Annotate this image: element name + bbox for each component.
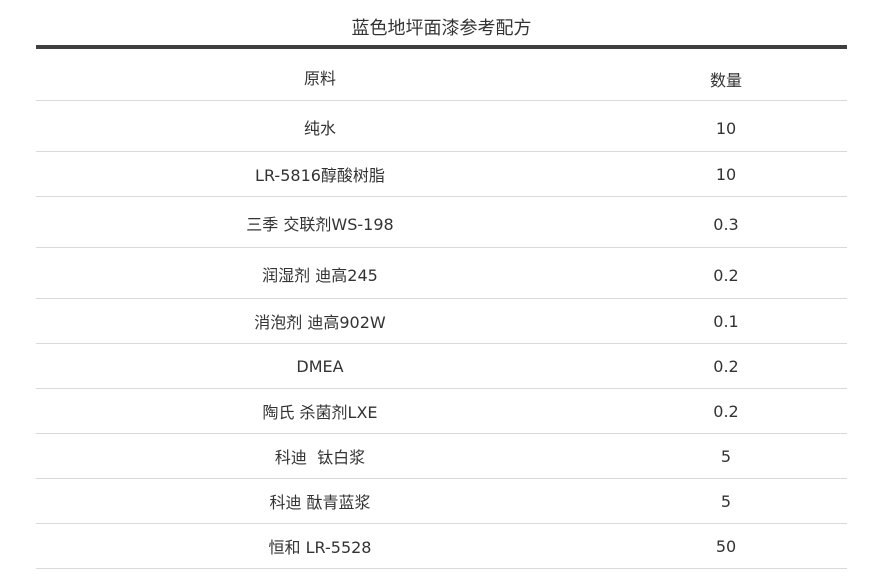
table-header-row: 原料 数量: [36, 49, 847, 101]
table-row: 纯水 10: [36, 101, 847, 152]
table-row: 润湿剂 迪高245 0.2: [36, 248, 847, 299]
material-quantity: 10: [715, 164, 737, 184]
table-row: 科迪 酞青蓝浆 5: [36, 479, 847, 524]
material-quantity: 0.1: [713, 311, 739, 331]
header-material: 原料: [303, 69, 336, 88]
material-quantity: 0.2: [713, 401, 739, 421]
material-quantity: 0.2: [713, 266, 739, 285]
material-quantity: 0.2: [713, 356, 739, 376]
table-row: 三季 交联剂WS-198 0.3: [36, 197, 847, 248]
page-title: 蓝色地坪面漆参考配方: [351, 18, 532, 39]
material-quantity: 0.3: [713, 215, 739, 234]
material-name: 纯水: [303, 119, 336, 138]
material-quantity: 5: [720, 446, 732, 466]
material-name: 三季 交联剂WS-198: [246, 215, 394, 234]
table-row: 消泡剂 迪高902W 0.1: [36, 299, 847, 344]
material-quantity: 10: [715, 119, 737, 138]
material-name: DMEA: [296, 356, 344, 376]
table-row: 陶氏 杀菌剂LXE 0.2: [36, 389, 847, 434]
material-name: 恒和 LR-5528: [268, 538, 372, 557]
table-row: 科迪 钛白浆 5: [36, 434, 847, 479]
material-name: 润湿剂 迪高245: [262, 266, 378, 285]
material-name: 陶氏 杀菌剂LXE: [262, 403, 378, 422]
material-quantity: 5: [720, 491, 732, 511]
header-quantity: 数量: [709, 71, 742, 90]
material-quantity: 50: [715, 536, 737, 556]
material-name: 消泡剂 迪高902W: [254, 313, 386, 332]
material-name: LR-5816醇酸树脂: [255, 166, 385, 185]
material-name: 科迪 钛白浆: [274, 448, 366, 467]
table-row: DMEA 0.2: [36, 344, 847, 389]
formula-table: 原料 数量 纯水 10 LR-5816醇酸树脂 10 三季 交联剂WS-198 …: [36, 49, 847, 569]
material-name: 科迪 酞青蓝浆: [269, 493, 371, 512]
table-row: LR-5816醇酸树脂 10: [36, 152, 847, 197]
table-row: 恒和 LR-5528 50: [36, 524, 847, 569]
